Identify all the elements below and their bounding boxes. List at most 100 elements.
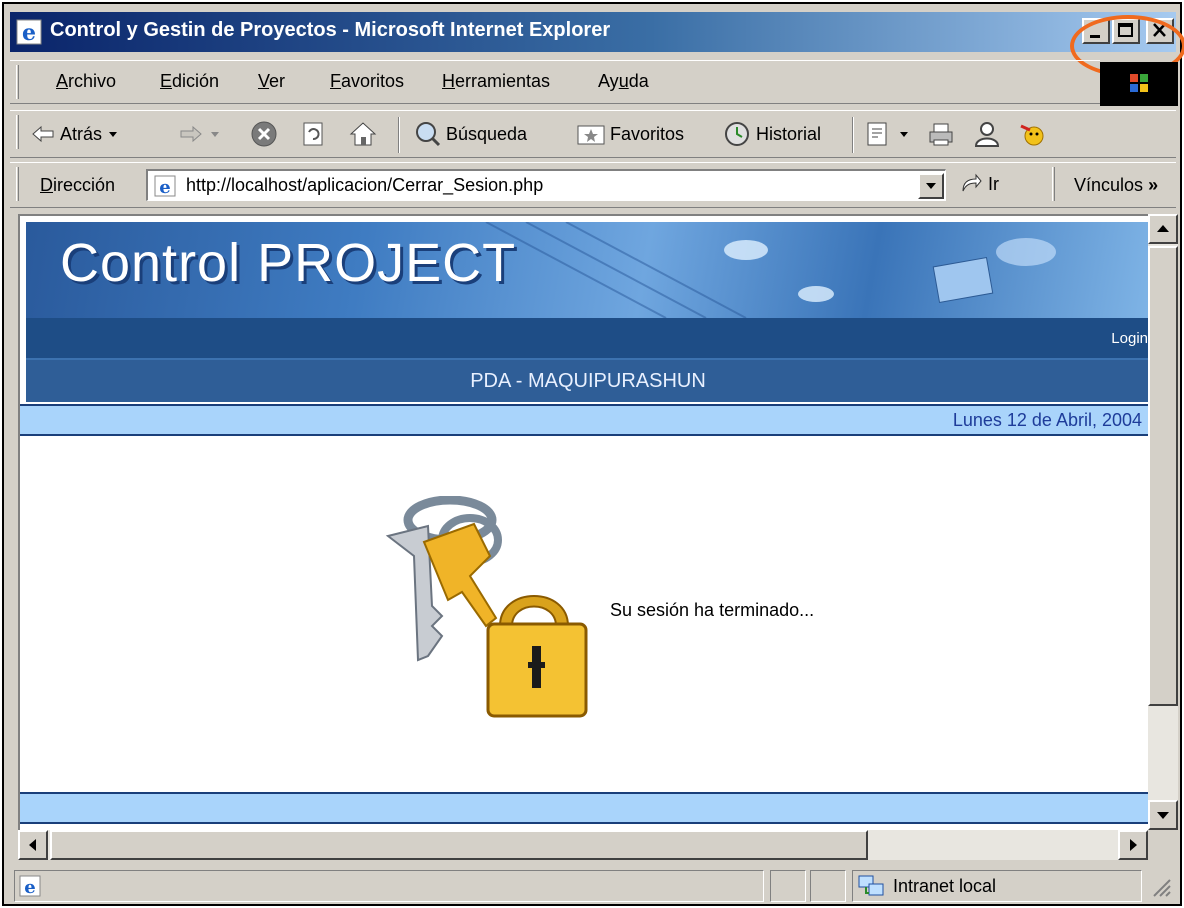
toolbar-grip[interactable] (16, 115, 19, 149)
session-message: Su sesión ha terminado... (610, 600, 815, 620)
search-button[interactable]: Búsqueda (414, 117, 527, 151)
smiley-button[interactable] (1018, 117, 1048, 151)
menu-edicion[interactable]: Edición (160, 71, 219, 92)
scroll-up-button[interactable] (1148, 214, 1178, 244)
svg-text:e: e (22, 20, 36, 45)
stop-button[interactable] (250, 117, 278, 151)
page-viewport: Control PROJECT Login PDA - MAQUIPURASHU… (18, 214, 1148, 830)
vertical-scrollbar[interactable] (1148, 214, 1178, 830)
arrow-down-icon (1157, 812, 1169, 819)
menu-ayuda[interactable]: Ayuda (598, 71, 649, 92)
keys-lock-icon (385, 496, 588, 718)
toolbar-separator (398, 117, 400, 153)
title-bar[interactable]: e Control y Gestin de Proyectos - Micros… (10, 12, 1176, 52)
links-button[interactable]: Vínculos » (1074, 175, 1158, 196)
go-label: Ir (988, 173, 999, 194)
arrow-right-icon (1130, 839, 1137, 851)
arrow-up-icon (1157, 225, 1169, 232)
print-icon (929, 123, 953, 146)
menu-ver[interactable]: Ver (258, 71, 285, 92)
favorites-icon (577, 125, 605, 145)
svg-text:e: e (24, 877, 35, 897)
print-button[interactable] (926, 117, 956, 151)
date-text: Lunes 12 de Abril, 2004 (952, 410, 1142, 430)
standard-toolbar: Atrás Búsqueda Favoritos Historial (10, 110, 1176, 158)
page-subtitle: PDA - MAQUIPURASHUN (470, 370, 706, 392)
address-label: Dirección (40, 175, 116, 195)
links-grip[interactable] (1052, 167, 1055, 201)
messenger-icon (974, 122, 1000, 147)
horizontal-scrollbar[interactable] (18, 830, 1148, 860)
menu-bar: Archivo Edición Ver Favoritos Herramient… (10, 60, 1100, 104)
ie-window: e Control y Gestin de Proyectos - Micros… (2, 2, 1184, 906)
footer-bar (20, 792, 1148, 824)
search-label: Búsqueda (446, 123, 528, 144)
date-bar: Lunes 12 de Abril, 2004 (20, 404, 1148, 436)
svg-text:e: e (159, 177, 170, 197)
status-cell (770, 870, 806, 902)
address-grip[interactable] (16, 167, 19, 201)
windows-logo-icon (1130, 74, 1148, 92)
ie-page-icon: e (154, 175, 176, 197)
horizontal-scroll-thumb[interactable] (50, 830, 868, 860)
status-cell (810, 870, 846, 902)
forward-arrow-icon (180, 125, 202, 143)
chevron-down-icon[interactable] (106, 127, 120, 141)
address-url[interactable]: http://localhost/aplicacion/Cerrar_Sesio… (186, 175, 543, 196)
favorites-button[interactable]: Favoritos (576, 117, 684, 151)
nav-bar: Login (26, 318, 1148, 358)
forward-button[interactable] (178, 117, 222, 151)
intranet-zone-icon (858, 875, 884, 896)
stop-icon (251, 121, 277, 147)
banner-title: Control PROJECT (60, 233, 517, 293)
menu-grip[interactable] (16, 65, 19, 99)
login-link[interactable]: Login (1111, 330, 1148, 347)
edit-button[interactable] (864, 117, 910, 151)
history-button[interactable]: Historial (722, 117, 821, 151)
go-button[interactable]: Ir (960, 173, 999, 195)
toolbar-separator (852, 117, 854, 153)
history-label: Historial (756, 123, 822, 144)
search-icon (416, 122, 441, 147)
vertical-scroll-thumb[interactable] (1148, 246, 1178, 706)
home-button[interactable] (348, 117, 378, 151)
status-main-cell: e (14, 870, 764, 902)
subtitle-bar: PDA - MAQUIPURASHUN (26, 358, 1148, 402)
go-arrow-icon (962, 173, 982, 192)
back-button[interactable]: Atrás (30, 117, 120, 151)
address-dropdown-button[interactable] (918, 173, 944, 199)
menu-archivo[interactable]: Archivo (56, 71, 116, 92)
chevron-down-icon (926, 183, 936, 189)
back-label: Atrás (60, 123, 103, 144)
window-title: Control y Gestin de Proyectos - Microsof… (50, 19, 611, 41)
ie-logo-icon: e (16, 19, 42, 45)
resize-grip-icon[interactable] (1150, 876, 1172, 898)
ie-page-icon: e (19, 875, 41, 897)
favorites-label: Favoritos (610, 123, 685, 144)
edit-icon (867, 122, 887, 146)
refresh-icon (303, 122, 323, 146)
refresh-button[interactable] (300, 117, 328, 151)
chevron-down-icon[interactable] (898, 127, 910, 141)
zone-label: Intranet local (893, 876, 997, 896)
address-bar: Dirección e http://localhost/aplicacion/… (10, 162, 1176, 208)
scroll-right-button[interactable] (1118, 830, 1148, 860)
address-input[interactable]: e http://localhost/aplicacion/Cerrar_Ses… (146, 169, 946, 201)
status-bar: e Intranet local (10, 866, 1176, 904)
chevron-down-icon[interactable] (208, 127, 222, 141)
header-banner: Control PROJECT (26, 222, 1148, 318)
history-icon (725, 122, 749, 146)
back-arrow-icon (32, 125, 54, 143)
scroll-left-button[interactable] (18, 830, 48, 860)
messenger-button[interactable] (972, 117, 1002, 151)
windows-logo-throbber (1100, 62, 1178, 106)
arrow-left-icon (29, 839, 36, 851)
scroll-down-button[interactable] (1148, 800, 1178, 830)
menu-favoritos[interactable]: Favoritos (330, 71, 404, 92)
scroll-corner (1148, 830, 1178, 860)
home-icon (349, 122, 377, 146)
smiley-icon (1020, 124, 1044, 146)
menu-herramientas[interactable]: Herramientas (442, 71, 550, 92)
chevron-right-icon: » (1148, 175, 1159, 195)
status-zone-cell[interactable]: Intranet local (852, 870, 1142, 902)
